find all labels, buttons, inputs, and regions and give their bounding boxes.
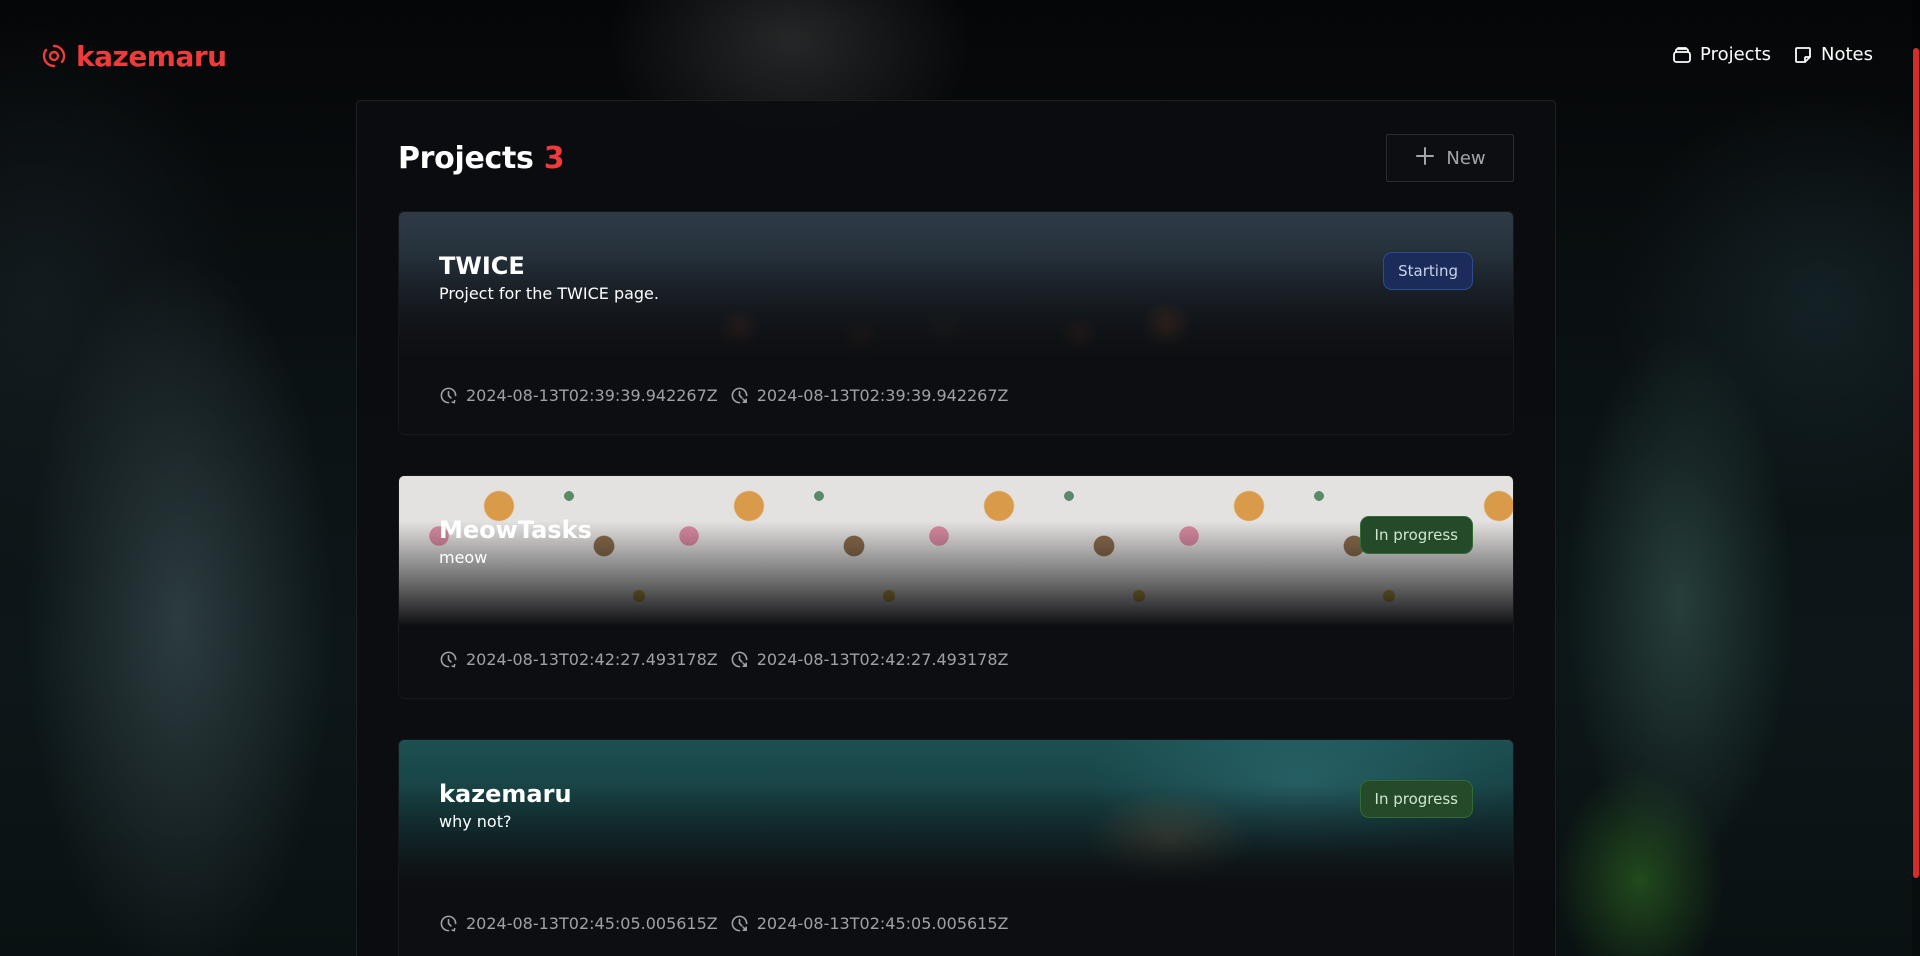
nav-item-notes[interactable]: Notes: [1793, 44, 1873, 65]
updated-time: 2024-08-13T02:42:27.493178Z: [730, 650, 1009, 669]
projects-panel: Projects 3 New TWICE Project for the TWI…: [356, 100, 1556, 956]
clock-icon: [439, 386, 458, 405]
logo-icon: [40, 42, 68, 70]
new-project-button-label: New: [1446, 147, 1486, 169]
project-description: meow: [439, 548, 488, 567]
project-card-meowtasks[interactable]: MeowTasks meow In progress 2024-08-13T02…: [398, 475, 1514, 699]
project-timestamps: 2024-08-13T02:42:27.493178Z 2024-08-13T0…: [439, 650, 1009, 669]
page-scrollbar-thumb[interactable]: [1913, 48, 1919, 878]
created-time: 2024-08-13T02:45:05.005615Z: [439, 914, 718, 933]
project-timestamps: 2024-08-13T02:39:39.942267Z 2024-08-13T0…: [439, 386, 1009, 405]
created-time: 2024-08-13T02:42:27.493178Z: [439, 650, 718, 669]
main-nav: Projects Notes: [1672, 44, 1873, 65]
status-badge: Starting: [1383, 252, 1473, 290]
updated-timestamp: 2024-08-13T02:42:27.493178Z: [756, 650, 1009, 669]
layers-icon: [1672, 45, 1692, 65]
clock-icon: [439, 650, 458, 669]
created-time: 2024-08-13T02:39:39.942267Z: [439, 386, 718, 405]
created-timestamp: 2024-08-13T02:42:27.493178Z: [466, 650, 718, 669]
updated-time: 2024-08-13T02:39:39.942267Z: [730, 386, 1009, 405]
project-card-kazemaru[interactable]: kazemaru why not? In progress 2024-08-13…: [398, 739, 1514, 956]
created-timestamp: 2024-08-13T02:39:39.942267Z: [466, 386, 718, 405]
project-timestamps: 2024-08-13T02:45:05.005615Z 2024-08-13T0…: [439, 914, 1009, 933]
page-title: Projects 3: [398, 141, 565, 176]
project-description: why not?: [439, 812, 512, 831]
project-title: TWICE: [439, 252, 525, 280]
nav-item-notes-label: Notes: [1821, 44, 1873, 65]
updated-timestamp: 2024-08-13T02:39:39.942267Z: [756, 386, 1009, 405]
logo-link[interactable]: kazemaru: [40, 38, 227, 74]
clock-refresh-icon: [730, 386, 749, 405]
status-badge: In progress: [1359, 780, 1473, 818]
new-project-button[interactable]: New: [1386, 134, 1514, 182]
clock-refresh-icon: [730, 914, 749, 933]
clock-refresh-icon: [730, 650, 749, 669]
status-badge: In progress: [1359, 516, 1473, 554]
plus-icon: [1414, 145, 1436, 172]
sticky-note-icon: [1793, 45, 1813, 65]
updated-time: 2024-08-13T02:45:05.005615Z: [730, 914, 1009, 933]
updated-timestamp: 2024-08-13T02:45:05.005615Z: [756, 914, 1009, 933]
project-title: MeowTasks: [439, 516, 592, 544]
nav-item-projects-label: Projects: [1700, 44, 1771, 65]
project-count: 3: [543, 141, 565, 176]
created-timestamp: 2024-08-13T02:45:05.005615Z: [466, 914, 718, 933]
project-title: kazemaru: [439, 780, 572, 808]
logo-text: kazemaru: [76, 39, 227, 73]
page-scrollbar-track[interactable]: [1912, 0, 1920, 956]
page-title-text: Projects: [398, 141, 534, 176]
top-header: kazemaru Projects Notes: [0, 0, 1920, 100]
nav-item-projects[interactable]: Projects: [1672, 44, 1771, 65]
project-card-twice[interactable]: TWICE Project for the TWICE page. Starti…: [398, 211, 1514, 435]
clock-icon: [439, 914, 458, 933]
project-description: Project for the TWICE page.: [439, 284, 659, 303]
